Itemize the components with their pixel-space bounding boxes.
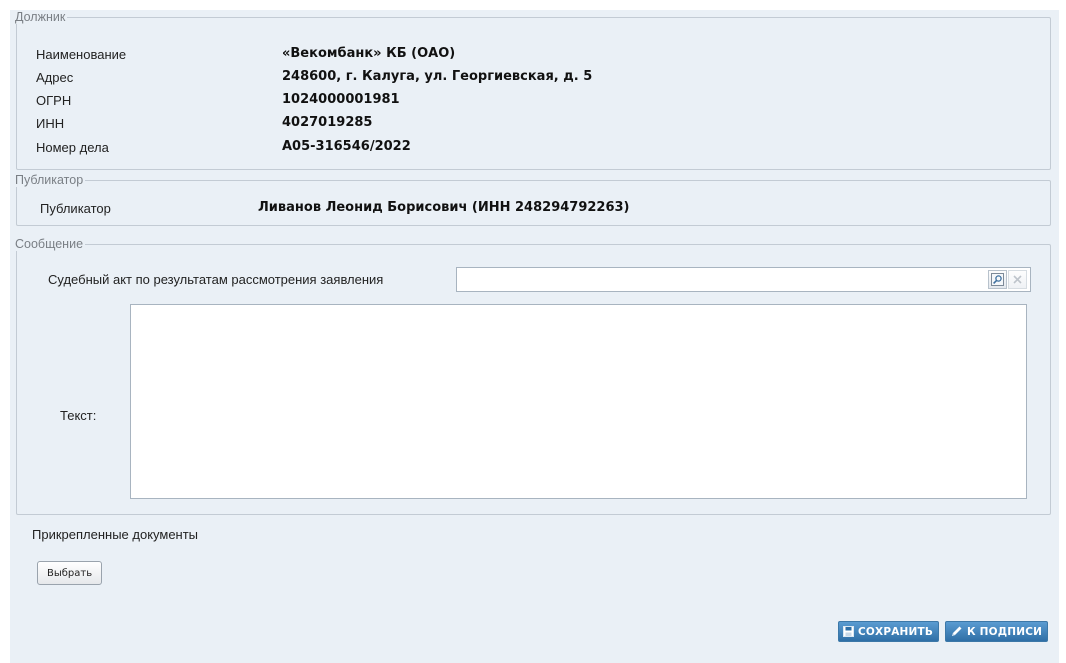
court-act-label: Судебный акт по результатам рассмотрения… — [48, 272, 384, 287]
debtor-case-value: А05-316546/2022 — [282, 139, 411, 154]
lookup-icon — [991, 273, 1004, 286]
debtor-address-value: 248600, г. Калуга, ул. Георгиевская, д. … — [282, 69, 593, 84]
text-field[interactable] — [130, 304, 1027, 499]
form-panel: Должник Наименование «Векомбанк» КБ (ОАО… — [10, 10, 1059, 663]
debtor-ogrn-value: 1024000001981 — [282, 92, 400, 107]
text-label: Текст: — [60, 408, 97, 423]
clear-icon — [1013, 275, 1022, 284]
to-sign-button-label: К ПОДПИСИ — [967, 625, 1043, 638]
save-button-label: СОХРАНИТЬ — [858, 625, 934, 638]
publisher-legend: Публикатор — [15, 173, 84, 187]
choose-file-button[interactable]: Выбрать — [37, 561, 103, 585]
floppy-disk-icon — [843, 626, 854, 637]
debtor-case-label: Номер дела — [36, 140, 109, 155]
to-sign-button[interactable]: К ПОДПИСИ — [945, 621, 1049, 642]
court-act-field[interactable] — [456, 267, 1031, 292]
debtor-address-label: Адрес — [36, 70, 74, 85]
publisher-value: Ливанов Леонид Борисович (ИНН 2482947922… — [258, 200, 630, 215]
message-legend: Сообщение — [15, 237, 84, 251]
court-act-clear-button[interactable] — [1008, 270, 1027, 289]
court-act-lookup-button[interactable] — [988, 270, 1007, 289]
pen-icon — [950, 625, 963, 638]
debtor-inn-label: ИНН — [36, 116, 65, 131]
publisher-label: Публикатор — [40, 201, 111, 216]
debtor-section: Должник — [15, 10, 1051, 170]
debtor-name-value: «Векомбанк» КБ (ОАО) — [282, 46, 456, 61]
debtor-name-label: Наименование — [36, 47, 127, 62]
debtor-inn-value: 4027019285 — [282, 115, 373, 130]
debtor-legend: Должник — [15, 10, 66, 24]
debtor-ogrn-label: ОГРН — [36, 93, 72, 108]
save-button[interactable]: СОХРАНИТЬ — [838, 621, 940, 642]
attachments-label: Прикрепленные документы — [32, 527, 199, 542]
